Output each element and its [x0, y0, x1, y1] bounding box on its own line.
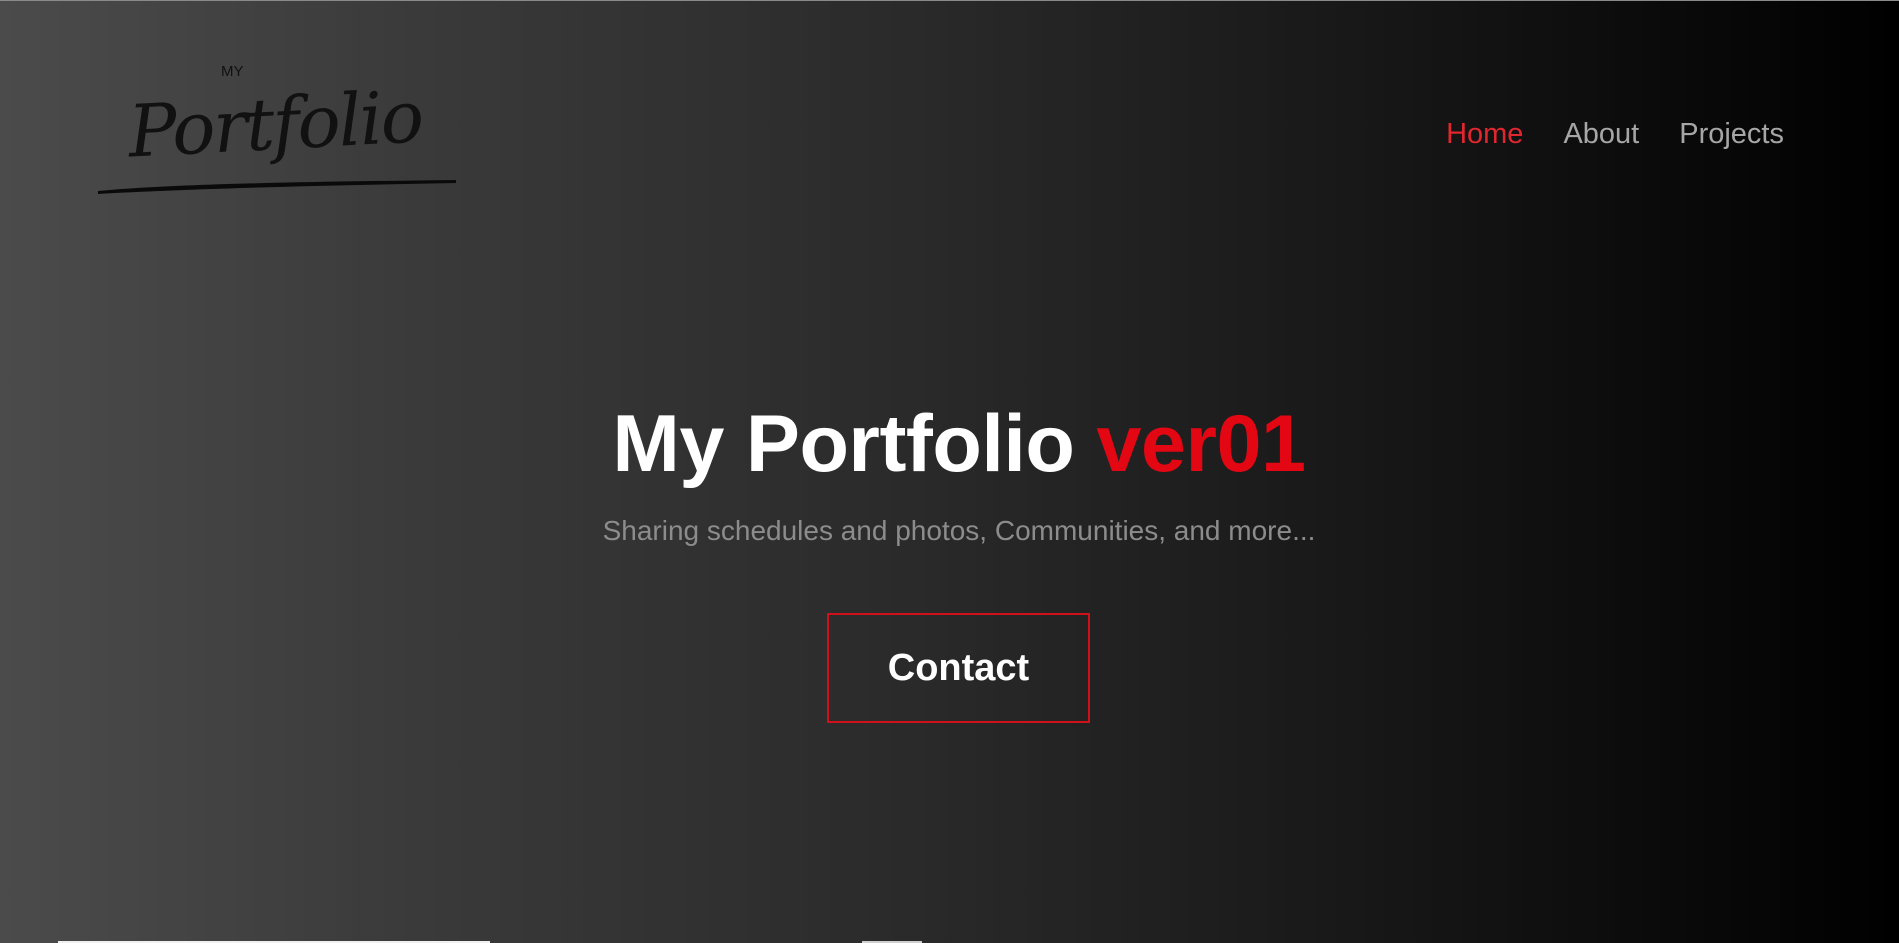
- portfolio-logo-icon: MY Portfolio: [98, 63, 456, 194]
- hero-title-main: My Portfolio: [612, 399, 1075, 489]
- nav-projects[interactable]: Projects: [1679, 120, 1784, 149]
- logo-brush-stroke: [98, 180, 456, 194]
- hero-title: My Portfolio ver01: [0, 399, 1899, 489]
- logo-small-text: MY: [221, 63, 244, 80]
- hero-section: MY Portfolio Home About Projects My Port…: [0, 0, 1899, 943]
- hero-subtitle: Sharing schedules and photos, Communitie…: [602, 515, 1316, 546]
- hero-title-accent: ver01: [1096, 399, 1306, 489]
- nav-home[interactable]: Home: [1446, 120, 1523, 149]
- logo-script-text: Portfolio: [124, 74, 424, 173]
- main-nav: Home About Projects: [1446, 120, 1784, 149]
- top-border: [0, 0, 1899, 1]
- contact-button[interactable]: Contact: [827, 613, 1090, 723]
- site-logo[interactable]: MY Portfolio: [96, 58, 460, 198]
- nav-about[interactable]: About: [1563, 120, 1639, 149]
